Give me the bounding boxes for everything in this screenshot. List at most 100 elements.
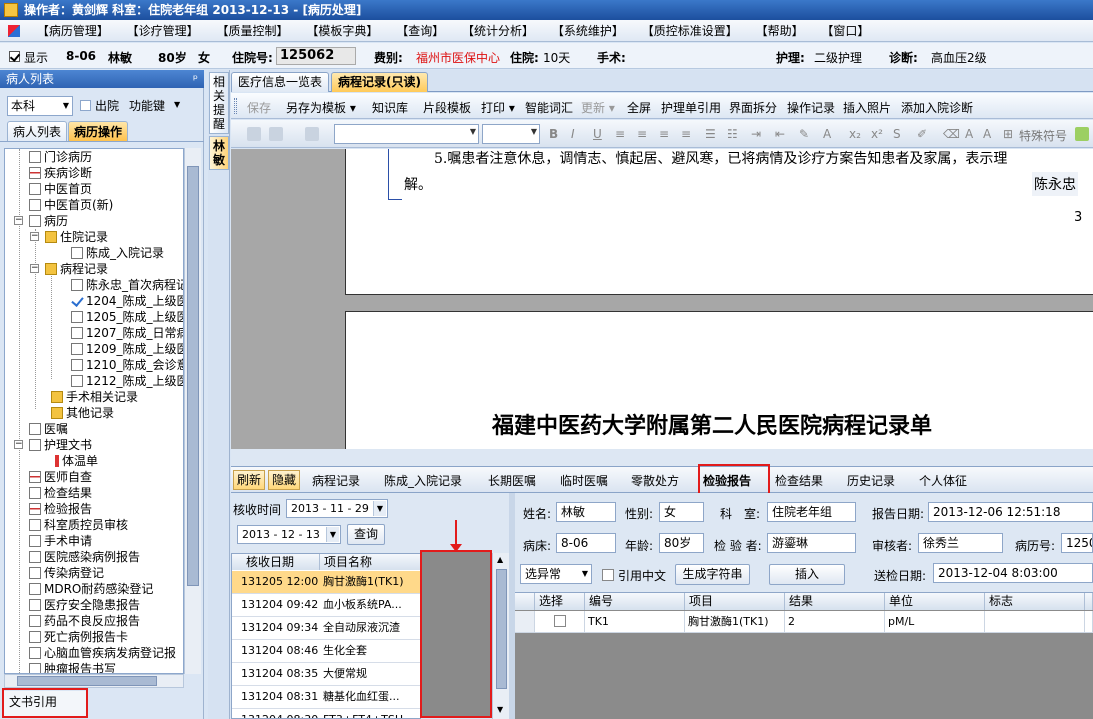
- date-to-picker[interactable]: 2013 - 12 - 13: [237, 525, 341, 544]
- document-editor[interactable]: 5.嘱患者注意休息，调情志、慎起居、避风寒，已将病情及诊疗方案告知患者及家属，表…: [231, 149, 1093, 449]
- tree-node[interactable]: 传染病登记: [29, 565, 104, 581]
- align-right-icon[interactable]: ≡: [659, 127, 669, 141]
- table-row[interactable]: 131204 09:42 血小板系统PA...: [232, 594, 420, 617]
- table-row[interactable]: 131204 08:30 FT3+FT4+TSH: [232, 709, 420, 718]
- function-key-button[interactable]: 功能键: [129, 97, 165, 114]
- subscript-icon[interactable]: x₂: [849, 127, 861, 141]
- report-date-field[interactable]: 2013-12-06 12:51:18: [928, 502, 1093, 522]
- split-view-button[interactable]: 界面拆分: [729, 99, 777, 116]
- tree-node[interactable]: 手术申请: [29, 533, 92, 549]
- tab-progress-notes[interactable]: 病程记录: [312, 472, 360, 489]
- column-header[interactable]: 项目: [685, 593, 785, 610]
- font-size-select[interactable]: [482, 124, 540, 144]
- hide-button[interactable]: 隐藏: [268, 470, 301, 490]
- tree-node[interactable]: 门诊病历: [29, 149, 92, 165]
- tab-record-operations[interactable]: 病历操作: [68, 121, 129, 141]
- tree-node[interactable]: 1205_陈成_上级医: [71, 309, 183, 325]
- menu-help[interactable]: 【帮助】: [749, 20, 811, 42]
- nursing-cite-button[interactable]: 护理单引用: [661, 99, 721, 116]
- bold-icon[interactable]: B: [549, 127, 558, 141]
- tree-scrollbar[interactable]: [184, 148, 201, 674]
- sex-field[interactable]: 女: [659, 502, 704, 522]
- menu-treatment[interactable]: 【诊疗管理】: [120, 20, 206, 42]
- tree-node[interactable]: 检验报告: [29, 501, 92, 517]
- column-header[interactable]: 单位: [885, 593, 985, 610]
- font-shrink-icon[interactable]: A: [983, 127, 991, 141]
- underline-icon[interactable]: U: [593, 127, 602, 141]
- collapse-icon[interactable]: −: [30, 264, 39, 273]
- tester-field[interactable]: 游鎏琳: [767, 533, 856, 553]
- tab-vital-signs[interactable]: 个人体征: [919, 472, 967, 489]
- tab-temp-orders[interactable]: 临时医嘱: [560, 472, 608, 489]
- tab-patient[interactable]: 林敏: [209, 136, 229, 170]
- knowledge-base-button[interactable]: 知识库: [372, 99, 408, 116]
- tree-node[interactable]: 体温单: [51, 453, 98, 469]
- tree-node[interactable]: 医师自查: [29, 469, 92, 485]
- tab-patient-list[interactable]: 病人列表: [7, 121, 68, 141]
- font-family-select[interactable]: [334, 124, 479, 144]
- tree-node[interactable]: MDRO耐药感染登记: [29, 581, 153, 597]
- column-header[interactable]: 选择: [535, 593, 585, 610]
- update-button[interactable]: 更新 ▾: [581, 99, 615, 116]
- tree-node[interactable]: 陈永忠_首次病程记: [71, 277, 183, 293]
- table-row[interactable]: 131204 08:46 生化全套: [232, 640, 420, 663]
- smart-words-button[interactable]: 智能词汇: [525, 99, 573, 116]
- menu-quality[interactable]: 【质量控制】: [210, 20, 296, 42]
- operation-log-button[interactable]: 操作记录: [787, 99, 835, 116]
- query-button[interactable]: 查询: [347, 524, 385, 545]
- chevron-down-icon[interactable]: ▼: [497, 705, 503, 714]
- numbered-list-icon[interactable]: ☷: [727, 127, 738, 141]
- scrollbar-thumb[interactable]: [187, 166, 199, 586]
- tab-prescriptions[interactable]: 零散处方: [631, 472, 679, 489]
- print-button[interactable]: 打印 ▾: [481, 99, 515, 116]
- dept-select[interactable]: 本科 ▼: [7, 96, 73, 116]
- fullscreen-button[interactable]: 全屏: [627, 99, 651, 116]
- tree-node[interactable]: 死亡病例报告卡: [29, 629, 128, 645]
- select-checkbox[interactable]: [554, 615, 566, 627]
- tab-admission-record[interactable]: 陈成_入院记录: [384, 472, 462, 489]
- select-cell[interactable]: [535, 611, 585, 633]
- menu-qc-standards[interactable]: 【质控标准设置】: [635, 20, 745, 42]
- filter-select[interactable]: 选异常 ▼: [520, 564, 592, 584]
- tree-node[interactable]: 陈成_入院记录: [71, 245, 164, 261]
- tree-node[interactable]: 1207_陈成_日常病: [71, 325, 183, 341]
- tree-node[interactable]: 病历: [29, 213, 68, 229]
- scrollbar-thumb[interactable]: [496, 569, 507, 689]
- table-row[interactable]: 131204 08:31 糖基化血红蛋...: [232, 686, 420, 709]
- italic-icon[interactable]: I: [571, 127, 575, 141]
- table-row[interactable]: 131205 12:00 胸甘激酶1(TK1): [232, 571, 420, 594]
- save-button[interactable]: 保存: [247, 99, 271, 116]
- align-left-icon[interactable]: ≡: [615, 127, 625, 141]
- chevron-up-icon[interactable]: ▲: [497, 555, 503, 564]
- collapse-icon[interactable]: −: [30, 232, 39, 241]
- menu-query[interactable]: 【查询】: [389, 20, 451, 42]
- tab-medical-overview[interactable]: 医疗信息一览表: [231, 72, 330, 92]
- tree-node[interactable]: 1204_陈成_上级医: [71, 293, 183, 309]
- send-date-field[interactable]: 2013-12-04 8:03:00: [933, 563, 1093, 583]
- menu-medical-records[interactable]: 【病历管理】: [30, 20, 116, 42]
- insert-photo-button[interactable]: 插入照片: [843, 99, 891, 116]
- column-header[interactable]: 结果: [785, 593, 885, 610]
- undo-icon[interactable]: [269, 127, 283, 141]
- save-icon[interactable]: [247, 127, 261, 141]
- strikethrough-icon[interactable]: S: [893, 127, 901, 141]
- pin-icon[interactable]: ᵖ: [193, 70, 198, 88]
- menu-templates[interactable]: 【模板字典】: [299, 20, 385, 42]
- tree-node[interactable]: 药品不良反应报告: [29, 613, 140, 629]
- cite-chinese-checkbox[interactable]: [602, 569, 614, 581]
- tab-history[interactable]: 历史记录: [847, 472, 895, 489]
- tree-node[interactable]: 疾病诊断: [29, 165, 92, 181]
- tree-node[interactable]: 医嘱: [29, 421, 68, 437]
- brush-icon[interactable]: ✎: [799, 127, 809, 141]
- tab-exam-results[interactable]: 检查结果: [775, 472, 823, 489]
- tree-node[interactable]: 肿瘤报告书写: [29, 661, 116, 673]
- ruler-icon[interactable]: ⊞: [1003, 127, 1013, 141]
- highlight-icon[interactable]: ✐: [917, 127, 927, 141]
- link-icon[interactable]: [305, 127, 319, 141]
- superscript-icon[interactable]: x²: [871, 127, 883, 141]
- tree-node[interactable]: 检查结果: [29, 485, 92, 501]
- reviewer-field[interactable]: 徐秀兰: [918, 533, 1003, 553]
- tree-node[interactable]: 医院感染病例报告: [29, 549, 140, 565]
- record-no-field[interactable]: 12506: [1061, 533, 1093, 553]
- tree-node[interactable]: 中医首页(新): [29, 197, 113, 213]
